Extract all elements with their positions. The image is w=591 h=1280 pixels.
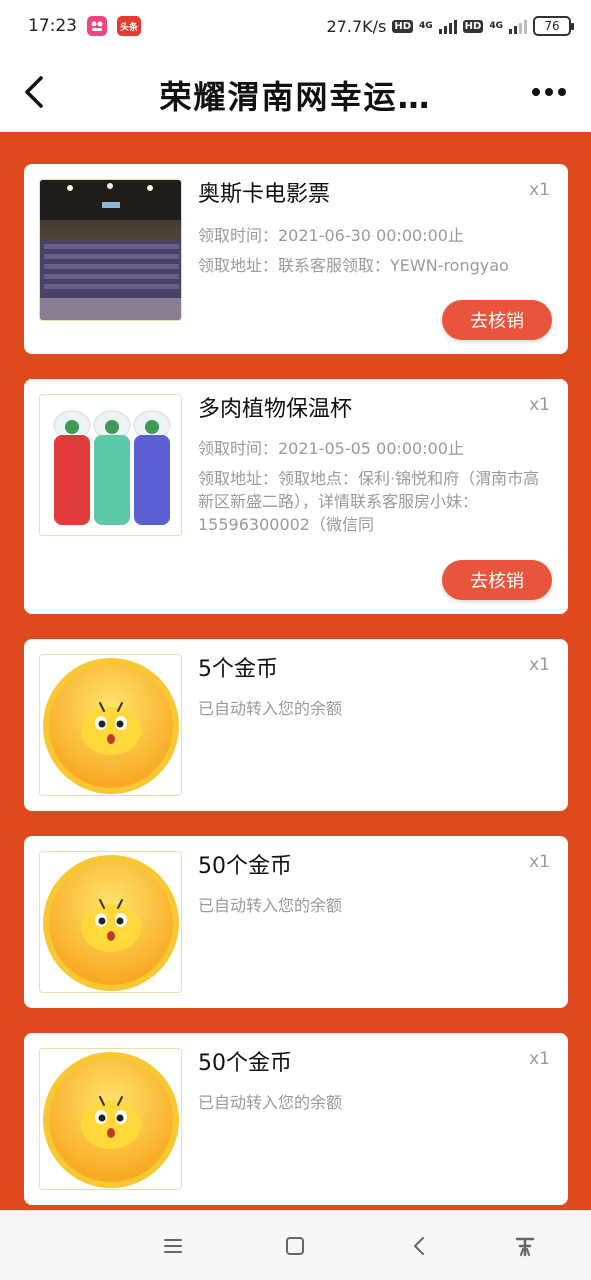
cinema-image (39, 179, 182, 321)
square-home-icon (286, 1237, 304, 1255)
prize-note: 已自动转入您的余额 (198, 1093, 343, 1112)
signal-4g-label-2: 4G (489, 20, 503, 31)
prize-name: 5个金币 (198, 657, 278, 682)
menu-icon (164, 1239, 182, 1253)
prize-quantity: x1 (529, 395, 550, 415)
signal-bars-icon-2 (509, 18, 527, 34)
prize-name: 奥斯卡电影票 (198, 182, 331, 207)
system-nav-bar (0, 1210, 591, 1280)
hd-icon: HD (392, 19, 414, 33)
gold-coin-image (39, 1048, 182, 1190)
prize-quantity: x1 (529, 180, 550, 200)
prize-claim-address: 领取地址：联系客服领取：YEWN-rongyao (198, 256, 509, 275)
prize-quantity: x1 (529, 852, 550, 872)
thermos-cup-image (39, 394, 182, 536)
gold-coin-image (39, 851, 182, 993)
prize-note: 已自动转入您的余额 (198, 699, 343, 718)
accessibility-icon (515, 1237, 535, 1257)
more-button[interactable] (527, 74, 571, 110)
status-bar: 17:23 头条 27.7K/s HD 4G HD 4G 76 (0, 0, 591, 52)
status-time: 17:23 (28, 16, 77, 36)
prize-quantity: x1 (529, 655, 550, 675)
prize-card: 奥斯卡电影票 x1 领取时间：2021-06-30 00:00:00止 领取地址… (24, 164, 568, 354)
triangle-back-icon (414, 1237, 424, 1255)
prize-name: 50个金币 (198, 1051, 292, 1076)
gold-coin-image (39, 654, 182, 796)
network-speed: 27.7K/s (326, 16, 387, 36)
prize-claim-time: 领取时间：2021-06-30 00:00:00止 (198, 226, 464, 245)
prize-claim-address: 领取地址：领取地点：保利·锦悦和府（渭南市高新区新盛二路），详情联系客服房小妹：… (198, 469, 540, 534)
hd-icon-2: HD (462, 19, 484, 33)
prize-card: 50个金币 x1 已自动转入您的余额 (24, 836, 568, 1008)
prize-card: 50个金币 x1 已自动转入您的余额 (24, 1033, 568, 1205)
more-dot (558, 88, 566, 96)
title-bar: 荣耀渭南网幸运… (0, 52, 591, 132)
prize-card: 5个金币 x1 已自动转入您的余额 (24, 639, 568, 811)
prize-claim-time: 领取时间：2021-05-05 00:00:00止 (198, 439, 464, 458)
page-title: 荣耀渭南网幸运… (159, 78, 432, 116)
verify-button[interactable]: 去核销 (442, 300, 552, 340)
home-button[interactable] (280, 1231, 310, 1261)
prize-name: 多肉植物保温杯 (198, 397, 353, 422)
signal-4g-label: 4G (419, 20, 433, 31)
prize-note: 已自动转入您的余额 (198, 896, 343, 915)
prize-card: 多肉植物保温杯 x1 领取时间：2021-05-05 00:00:00止 领取地… (24, 379, 568, 614)
app-notification-icon (87, 16, 107, 36)
battery-icon: 76 (533, 16, 574, 36)
toutiao-notification-icon: 头条 (117, 16, 141, 36)
signal-bars-icon (438, 18, 457, 34)
menu-button[interactable] (158, 1231, 188, 1261)
more-dot (545, 88, 553, 96)
prize-name: 50个金币 (198, 854, 292, 879)
system-back-button[interactable] (404, 1231, 434, 1261)
accessibility-button[interactable] (510, 1231, 540, 1261)
verify-button[interactable]: 去核销 (442, 560, 552, 600)
prize-quantity: x1 (529, 1049, 550, 1069)
battery-level: 76 (544, 19, 560, 33)
more-dot (532, 88, 540, 96)
prize-list: 奥斯卡电影票 x1 领取时间：2021-06-30 00:00:00止 领取地址… (0, 132, 591, 1210)
